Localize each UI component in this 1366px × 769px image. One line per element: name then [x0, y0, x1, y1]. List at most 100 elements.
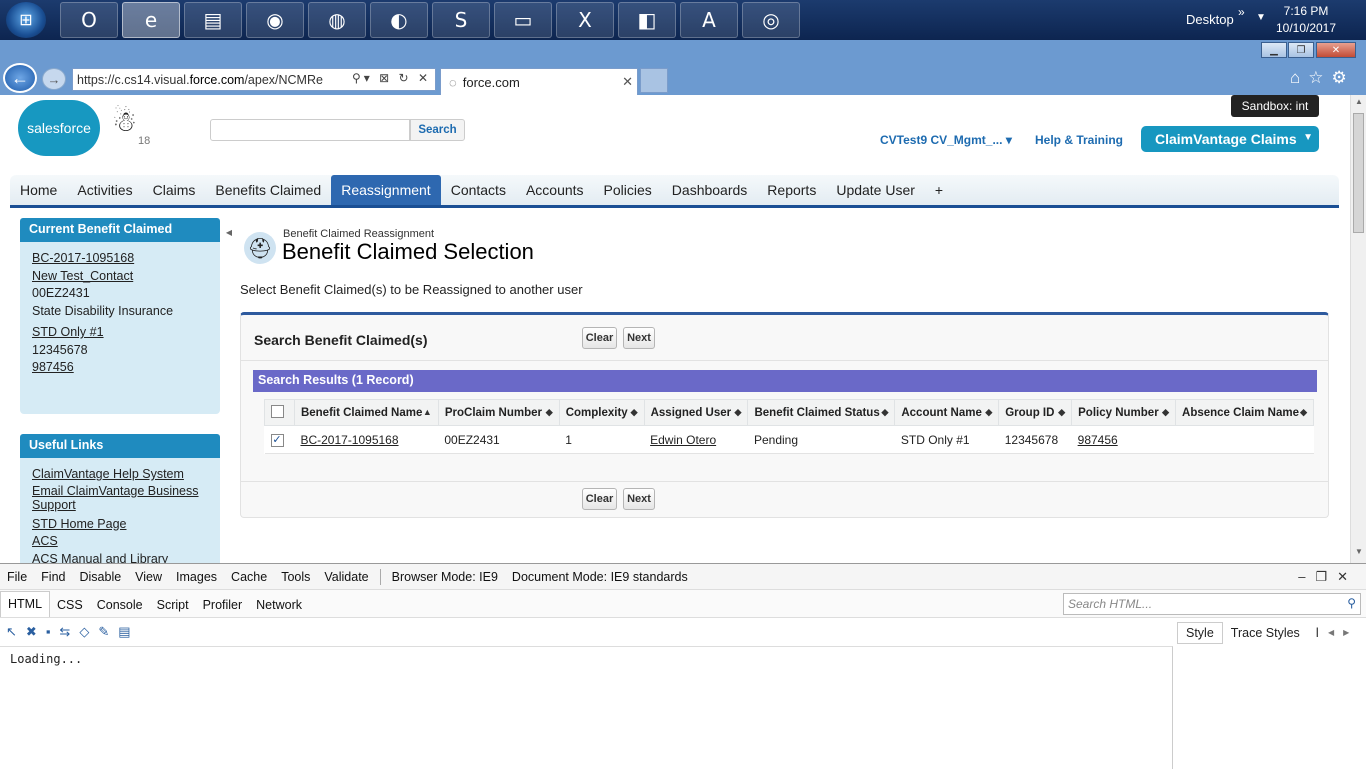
sort-icon[interactable]: ◆	[881, 407, 888, 418]
sort-asc-icon[interactable]: ▲	[423, 407, 432, 417]
devtools-menu-view[interactable]: View	[128, 570, 169, 584]
browser-mode-menu[interactable]: Browser Mode: IE9	[385, 570, 505, 584]
user-menu[interactable]: CVTest9 CV_Mgmt_... ▾	[880, 133, 1012, 147]
sidebar-useful-item[interactable]: Email ClaimVantage Business Support	[32, 484, 208, 516]
firefox-icon[interactable]: ◍	[308, 2, 366, 38]
chevron-right-icon[interactable]: »	[1238, 5, 1245, 19]
devtools-tab-profiler[interactable]: Profiler	[196, 598, 250, 617]
favorites-star-icon[interactable]: ☆	[1308, 68, 1331, 87]
column-header[interactable]: ◆ Absence Claim Name	[1175, 399, 1314, 426]
cell-link[interactable]: 987456	[1078, 433, 1118, 447]
devtools-tab-script[interactable]: Script	[150, 598, 196, 617]
tab-close-icon[interactable]: ✕	[622, 74, 633, 90]
devtools-tab-css[interactable]: CSS	[50, 598, 90, 617]
help-link[interactable]: Help & Training	[1035, 133, 1123, 147]
popout-icon[interactable]: ❐	[1315, 569, 1337, 584]
forward-button[interactable]: →	[42, 68, 66, 90]
dom-icon[interactable]: ◇	[79, 624, 98, 639]
next-button-bottom[interactable]: Next	[623, 488, 655, 510]
scroll-down-icon[interactable]: ▼	[1351, 547, 1366, 561]
close-icon[interactable]: ✕	[1337, 569, 1358, 584]
sort-icon[interactable]: ◆	[985, 407, 992, 418]
browser-tab[interactable]: ◌ force.com ✕	[440, 68, 638, 95]
sidebar-useful-item[interactable]: ACS Manual and Library	[32, 551, 208, 564]
devtools-menu-images[interactable]: Images	[169, 570, 224, 584]
clear-button-top[interactable]: Clear	[582, 327, 617, 349]
devtools-tab-network[interactable]: Network	[249, 598, 309, 617]
file-explorer-icon[interactable]: ▤	[184, 2, 242, 38]
select-all-checkbox[interactable]	[271, 404, 284, 418]
side-tab-arrows[interactable]: ◀▶	[1328, 628, 1358, 637]
devtools-menu-tools[interactable]: Tools	[274, 570, 317, 584]
sticky-notes-icon[interactable]: ▭	[494, 2, 552, 38]
column-header[interactable]: ◆ Assigned User	[643, 399, 749, 426]
column-header[interactable]: ◆ Complexity	[558, 399, 645, 426]
sort-icon[interactable]: ◆	[546, 407, 553, 418]
devtools-menu-file[interactable]: File	[0, 570, 34, 584]
column-header[interactable]: ◆ Account Name	[894, 399, 1000, 426]
tab-claims[interactable]: Claims	[143, 175, 206, 205]
edit-icon[interactable]: ✎	[98, 624, 118, 639]
column-header[interactable]: ◆ ProClaim Number	[437, 399, 560, 426]
search-button[interactable]: Search	[410, 119, 465, 141]
sort-icon[interactable]: ◆	[1058, 407, 1065, 418]
minimize-button[interactable]: ▁	[1261, 42, 1287, 58]
tab-all-tabs[interactable]: +	[925, 175, 953, 205]
page-scrollbar[interactable]: ▲ ▼	[1350, 95, 1366, 563]
devtools-menu-validate[interactable]: Validate	[317, 570, 375, 584]
access-icon[interactable]: A	[680, 2, 738, 38]
app-menu-button[interactable]: ClaimVantage Claims ▼	[1141, 126, 1319, 152]
minimize-icon[interactable]: –	[1298, 569, 1315, 584]
tab-home[interactable]: Home	[10, 175, 67, 205]
salesforce-logo[interactable]: salesforce	[18, 100, 100, 156]
column-header[interactable]: ▲ Benefit Claimed Name	[293, 399, 439, 426]
tab-accounts[interactable]: Accounts	[516, 175, 594, 205]
chrome-icon[interactable]: ◉	[246, 2, 304, 38]
tab-benefits-claimed[interactable]: Benefits Claimed	[205, 175, 331, 205]
outlook-icon[interactable]: O	[60, 2, 118, 38]
word-wrap-icon[interactable]: ▤	[118, 624, 139, 639]
save-icon[interactable]: ▪	[46, 624, 60, 639]
tab-activities[interactable]: Activities	[67, 175, 142, 205]
clear-outline-icon[interactable]: ✖	[26, 624, 46, 639]
refresh-icon[interactable]: ⇆	[59, 624, 79, 639]
devtools-tab-html[interactable]: HTML	[0, 591, 51, 617]
eclipse-icon[interactable]: ◐	[370, 2, 428, 38]
notepad-icon[interactable]: ◧	[618, 2, 676, 38]
desktop-toolbar-label[interactable]: Desktop	[1186, 12, 1234, 27]
devtools-menu-disable[interactable]: Disable	[72, 570, 128, 584]
next-button-top[interactable]: Next	[623, 327, 655, 349]
home-icon[interactable]: ⌂	[1290, 68, 1308, 87]
devtools-menu-find[interactable]: Find	[34, 570, 72, 584]
column-header[interactable]: ◆ Group ID	[998, 399, 1073, 426]
sort-icon[interactable]: ◆	[1300, 407, 1307, 418]
sidebar-current-item[interactable]: STD Only #1	[32, 324, 208, 342]
tab-reassignment[interactable]: Reassignment	[331, 175, 441, 205]
search-input[interactable]	[210, 119, 410, 141]
sidebar-current-item[interactable]: New Test_Contact	[32, 268, 208, 286]
back-button[interactable]: ←	[3, 63, 37, 93]
devtools-menu-cache[interactable]: Cache	[224, 570, 274, 584]
clock-time[interactable]: 7:16 PM	[1270, 4, 1342, 18]
app-icon[interactable]: ◎	[742, 2, 800, 38]
cell-link[interactable]: BC-2017-1095168	[300, 433, 398, 447]
tab-contacts[interactable]: Contacts	[441, 175, 516, 205]
settings-gear-icon[interactable]: ⚙	[1332, 68, 1355, 87]
sidebar-current-item[interactable]: 987456	[32, 359, 208, 377]
select-element-icon[interactable]: ↖	[6, 624, 26, 639]
tab-policies[interactable]: Policies	[594, 175, 662, 205]
tab-update-user[interactable]: Update User	[826, 175, 925, 205]
close-button[interactable]: ✕	[1316, 42, 1356, 58]
sort-icon[interactable]: ◆	[1162, 407, 1169, 418]
search-icon[interactable]: ⚲	[1347, 596, 1356, 610]
sidebar-useful-item[interactable]: ClaimVantage Help System	[32, 466, 208, 484]
sidebar-collapse-handle[interactable]: ◀	[223, 218, 235, 248]
sidebar-current-item[interactable]: BC-2017-1095168	[32, 250, 208, 268]
address-bar-icons[interactable]: ⚲▾ ⊠ ↻ ✕	[352, 71, 431, 85]
scroll-up-icon[interactable]: ▲	[1351, 97, 1366, 111]
excel-icon[interactable]: X	[556, 2, 614, 38]
sort-icon[interactable]: ◆	[631, 407, 638, 418]
devtools-side-tab[interactable]: Style	[1177, 622, 1223, 644]
tab-dashboards[interactable]: Dashboards	[662, 175, 758, 205]
restore-button[interactable]: ❐	[1288, 42, 1314, 58]
